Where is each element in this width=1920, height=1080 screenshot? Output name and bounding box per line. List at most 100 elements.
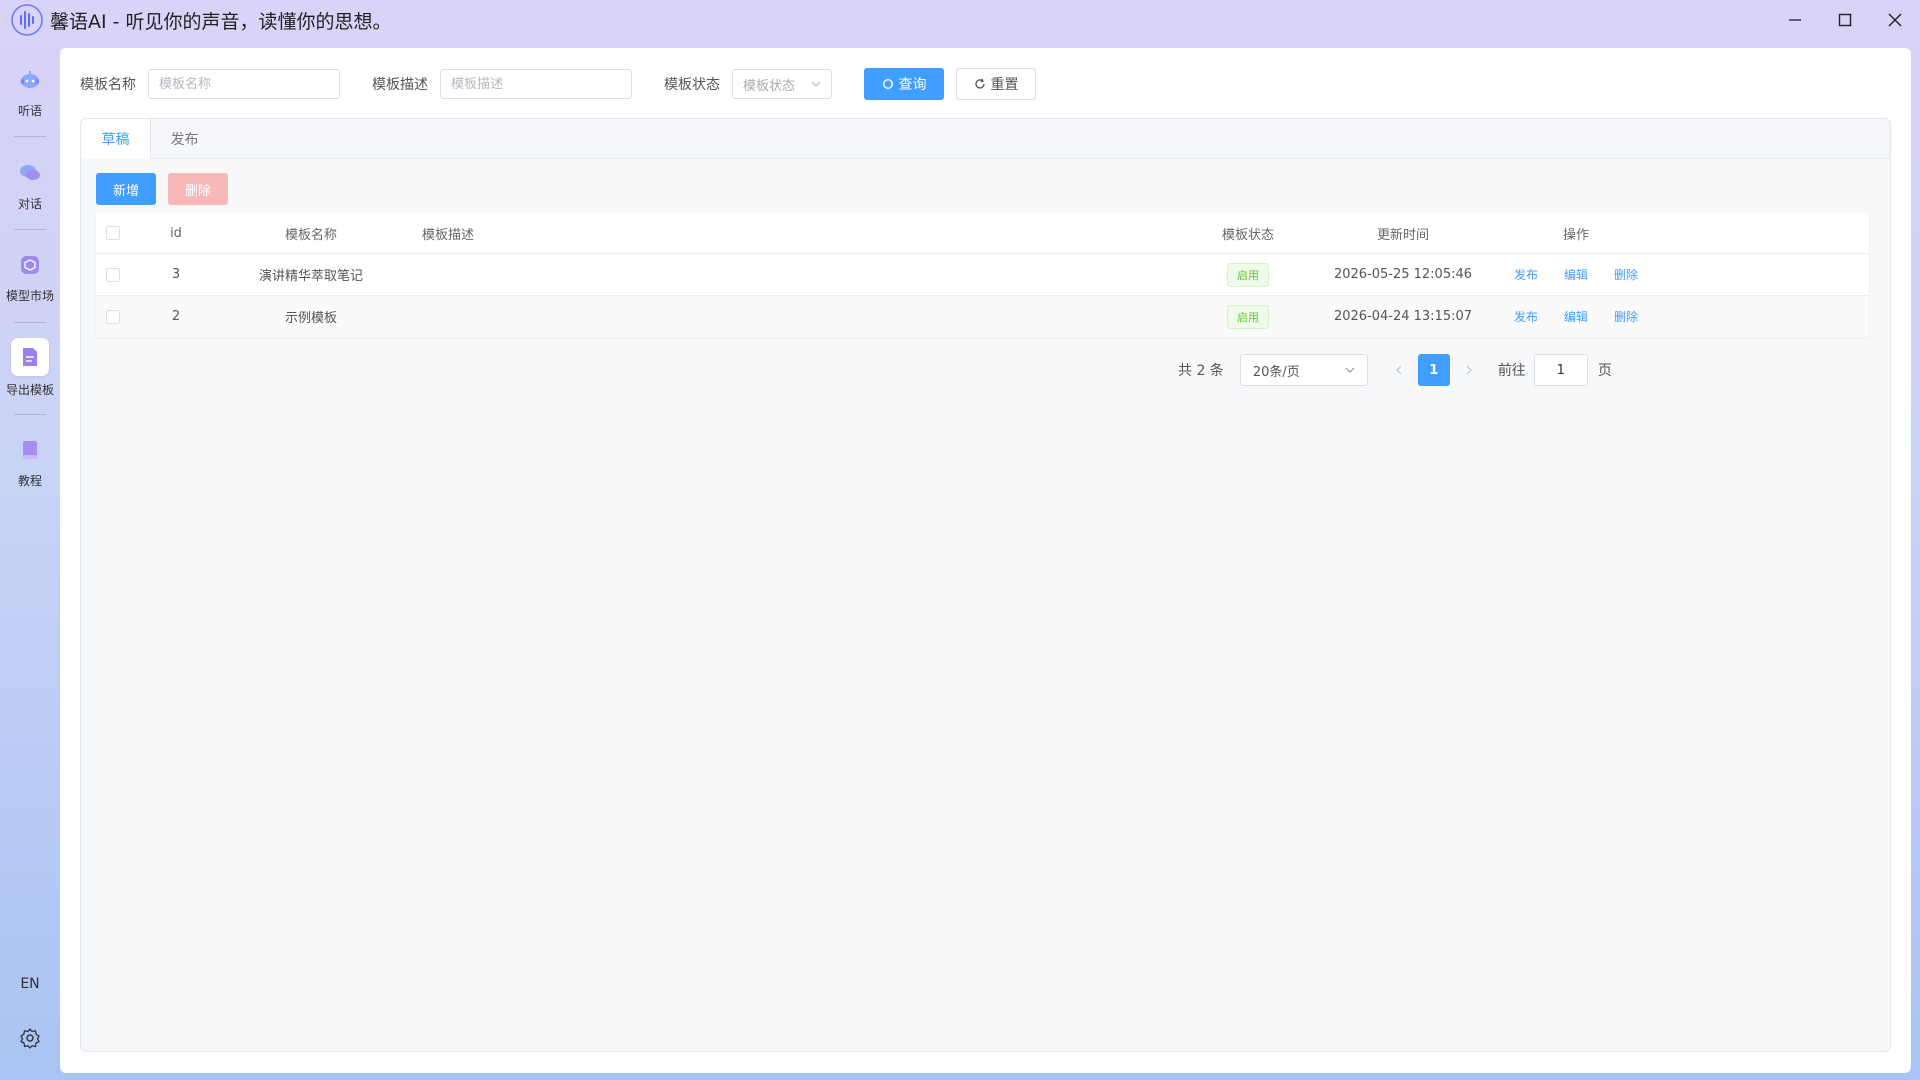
sidebar-item-model-market[interactable]: 模型市场 <box>0 248 60 304</box>
gear-icon <box>20 1028 40 1049</box>
page-suffix-label: 页 <box>1597 363 1612 379</box>
sidebar-item-label: 教程 <box>17 474 42 488</box>
header-updated: 更新时间 <box>1376 227 1429 243</box>
minimize-icon <box>1789 19 1801 21</box>
sidebar-item-label: 对话 <box>17 197 42 211</box>
close-icon <box>1888 13 1902 27</box>
sidebar-item-listen[interactable]: 听语 <box>0 63 60 119</box>
delete-link[interactable]: 删除 <box>1614 308 1638 325</box>
sidebar-divider <box>14 136 46 137</box>
tab-draft[interactable]: 草稿 <box>81 119 151 159</box>
select-all-checkbox[interactable] <box>106 226 120 240</box>
header-name: 模板名称 <box>284 227 337 243</box>
goto-label: 前往 <box>1497 363 1526 379</box>
table-header-row: id 模板名称 模板描述 模板状态 更新时间 操作 <box>96 213 1869 254</box>
prev-page-button[interactable] <box>1384 354 1414 386</box>
delete-button[interactable]: 删除 <box>168 173 228 205</box>
page-size-select[interactable]: 20条/页 <box>1239 354 1368 386</box>
status-badge: 启用 <box>1227 262 1269 287</box>
sidebar: 听语 对话 模型市场 导出模板 教程 EN <box>0 48 60 1080</box>
sidebar-item-export-template[interactable]: 导出模板 <box>0 338 60 398</box>
chevron-down-icon <box>811 81 821 87</box>
chevron-left-icon <box>1395 365 1402 375</box>
status-cell: 启用 <box>1198 254 1298 295</box>
select-all-cell <box>106 213 120 253</box>
sidebar-item-chat[interactable]: 对话 <box>0 156 60 212</box>
pagination: 共 2 条 20条/页 1 前往 1 页 <box>1178 353 1612 387</box>
add-button[interactable]: 新增 <box>96 173 156 205</box>
table-row: 3 演讲精华萃取笔记 启用 2026-05-25 12:05:46 发布 编辑 … <box>96 254 1869 296</box>
book-icon <box>13 433 47 467</box>
query-button[interactable]: 查询 <box>864 68 944 100</box>
settings-button[interactable] <box>19 1027 41 1049</box>
cube-icon <box>13 248 47 282</box>
sidebar-item-label: 导出模板 <box>5 383 54 397</box>
window-controls <box>1770 0 1920 40</box>
edit-link[interactable]: 编辑 <box>1564 308 1588 325</box>
header-ops: 操作 <box>1562 227 1589 243</box>
tab-published[interactable]: 发布 <box>150 119 219 158</box>
tab-header: 草稿 发布 <box>81 119 1890 159</box>
cell-name: 示例模板 <box>284 311 337 326</box>
search-bar: 模板名称 模板描述 模板状态 模板状态 查询 重置 <box>80 68 1036 100</box>
delete-link[interactable]: 删除 <box>1614 266 1638 283</box>
language-toggle[interactable]: EN <box>0 976 60 992</box>
refresh-icon <box>974 78 985 89</box>
template-name-input[interactable] <box>148 69 340 99</box>
minimize-button[interactable] <box>1770 0 1820 40</box>
tabs-card: 草稿 发布 新增 删除 id 模板名称 模板描述 模板状态 更新时间 操作 3 … <box>80 118 1891 1052</box>
document-icon <box>11 338 49 376</box>
row-checkbox[interactable] <box>106 309 120 324</box>
status-cell: 启用 <box>1198 296 1298 337</box>
goto-page-input[interactable]: 1 <box>1533 354 1588 386</box>
maximize-icon <box>1838 13 1852 27</box>
row-select-cell <box>106 254 120 295</box>
title-bar: 馨语AI - 听见你的声音，读懂你的思想。 <box>0 0 1920 40</box>
template-table: id 模板名称 模板描述 模板状态 更新时间 操作 3 演讲精华萃取笔记 启用 … <box>96 213 1869 337</box>
search-icon <box>882 78 893 90</box>
main-panel: 模板名称 模板描述 模板状态 模板状态 查询 重置 草稿 发布 新增 删除 <box>60 48 1911 1073</box>
cell-id: 3 <box>171 267 181 282</box>
sidebar-item-tutorial[interactable]: 教程 <box>0 433 60 489</box>
template-desc-input[interactable] <box>440 69 632 99</box>
maximize-button[interactable] <box>1820 0 1870 40</box>
header-desc: 模板描述 <box>422 227 475 243</box>
page-number-button[interactable]: 1 <box>1417 354 1450 386</box>
page-size-value: 20条/页 <box>1252 364 1300 380</box>
template-status-select[interactable]: 模板状态 <box>732 69 832 99</box>
template-status-placeholder: 模板状态 <box>743 78 796 94</box>
sidebar-divider <box>14 322 46 323</box>
ops-cell: 发布 编辑 删除 <box>1501 296 1651 337</box>
next-page-button[interactable] <box>1454 354 1484 386</box>
publish-link[interactable]: 发布 <box>1514 266 1538 283</box>
sidebar-item-label: 听语 <box>17 104 42 118</box>
chevron-right-icon <box>1466 365 1472 375</box>
app-logo-icon <box>10 3 44 37</box>
sidebar-item-label: 模型市场 <box>5 289 54 303</box>
status-badge: 启用 <box>1227 304 1269 329</box>
reset-button[interactable]: 重置 <box>956 68 1036 100</box>
chevron-down-icon <box>1345 367 1355 373</box>
cell-id: 2 <box>171 309 181 324</box>
cell-updated: 2026-05-25 12:05:46 <box>1333 267 1473 282</box>
sidebar-divider <box>14 414 46 415</box>
header-id: id <box>170 225 182 241</box>
query-button-label: 查询 <box>898 77 927 93</box>
sidebar-divider <box>14 229 46 230</box>
chat-bubbles-icon <box>13 156 47 190</box>
header-status: 模板状态 <box>1221 227 1274 243</box>
close-button[interactable] <box>1870 0 1920 40</box>
row-select-cell <box>106 296 120 337</box>
robot-icon <box>13 63 47 97</box>
ops-cell: 发布 编辑 删除 <box>1501 254 1651 295</box>
template-desc-label: 模板描述 <box>372 77 428 93</box>
table-row: 2 示例模板 启用 2026-04-24 13:15:07 发布 编辑 删除 <box>96 296 1869 337</box>
edit-link[interactable]: 编辑 <box>1564 266 1588 283</box>
template-status-label: 模板状态 <box>664 77 720 93</box>
row-checkbox[interactable] <box>106 267 120 282</box>
pagination-total: 共 2 条 <box>1178 363 1224 379</box>
cell-name: 演讲精华萃取笔记 <box>258 269 363 284</box>
app-title: 馨语AI - 听见你的声音，读懂你的思想。 <box>50 10 392 33</box>
publish-link[interactable]: 发布 <box>1514 308 1538 325</box>
reset-button-label: 重置 <box>990 77 1019 93</box>
